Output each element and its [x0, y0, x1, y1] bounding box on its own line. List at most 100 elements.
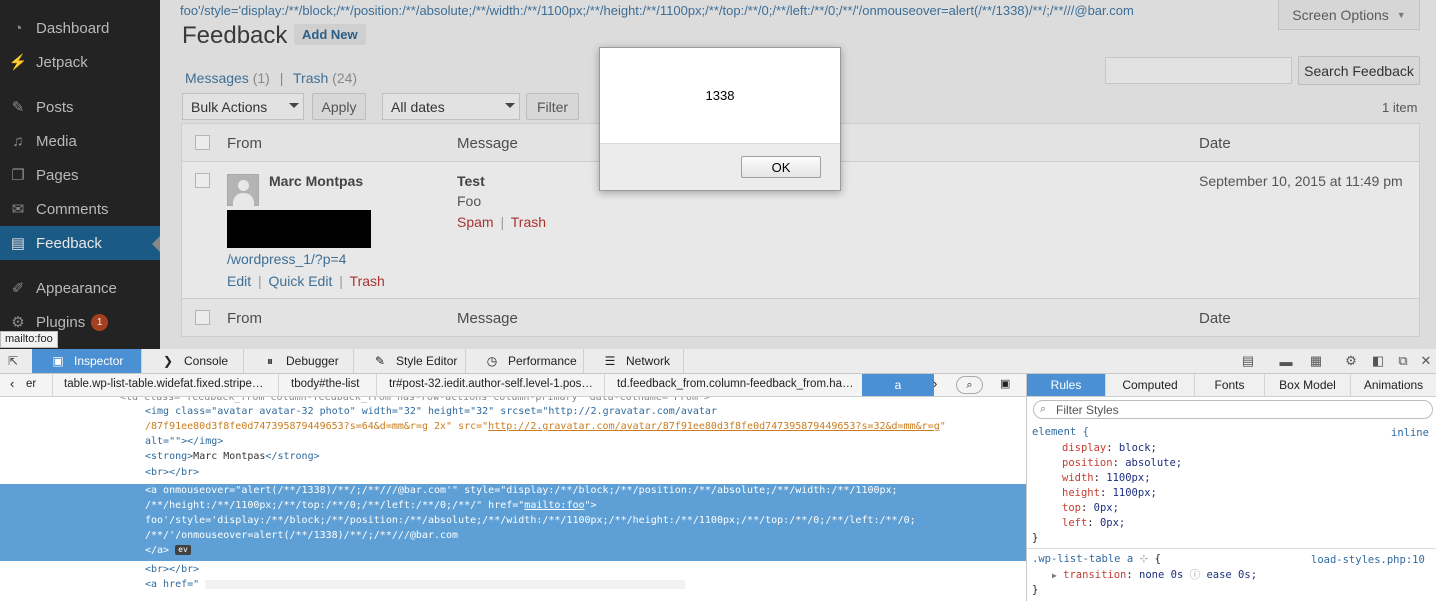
timing-function-icon[interactable]: ⓘ: [1190, 569, 1201, 581]
tab-debugger[interactable]: ⏸ Debugger: [244, 349, 354, 373]
event-badge[interactable]: ev: [175, 545, 191, 555]
rule-source[interactable]: load-styles.php:10: [1311, 554, 1425, 566]
attr-url[interactable]: mailto:foo: [524, 500, 584, 511]
rule-source[interactable]: inline: [1391, 427, 1429, 439]
date-filter-select[interactable]: All dates: [382, 93, 520, 120]
row-actions: Edit | Quick Edit | Trash: [227, 273, 385, 289]
search-icon[interactable]: ⌕: [956, 376, 983, 394]
apply-button[interactable]: Apply: [312, 93, 366, 120]
injected-xss-link[interactable]: foo'/style='display:/**/block;/**/positi…: [180, 3, 1134, 18]
tab-box-model[interactable]: Box Model: [1265, 374, 1351, 396]
toggle-sidebar-icon[interactable]: ▣: [1000, 377, 1010, 390]
message-subject: Test: [457, 173, 485, 189]
select-all-footer-checkbox[interactable]: [195, 310, 210, 325]
markup-line[interactable]: <img class="avatar avatar-32 photo" widt…: [145, 405, 717, 419]
attr-url[interactable]: http://2.gravatar.com/avatar/87f91ee80d3…: [488, 421, 940, 432]
selected-node[interactable]: <a onmouseover="alert(/**/1338)/**/;/**/…: [0, 484, 1026, 561]
select-all-checkbox[interactable]: [195, 135, 210, 150]
bulk-actions-select[interactable]: Bulk Actions: [182, 93, 304, 120]
column-header-from[interactable]: From: [227, 135, 262, 152]
css-declaration[interactable]: display: block;: [1062, 441, 1157, 456]
bulk-actions-value: Bulk Actions: [191, 98, 268, 115]
css-declaration[interactable]: left: 0px;: [1062, 516, 1125, 531]
footer-header-from[interactable]: From: [227, 310, 262, 327]
css-declaration[interactable]: width: 1100px;: [1062, 471, 1151, 486]
sidebar-item-comments[interactable]: ✉ Comments: [0, 192, 160, 226]
sidebar-item-dashboard[interactable]: ◔ Dashboard: [0, 11, 160, 45]
breadcrumb-item-active[interactable]: a: [862, 374, 934, 396]
quick-edit-link[interactable]: Quick Edit: [269, 273, 333, 289]
edit-link[interactable]: Edit: [227, 273, 251, 289]
sidebar-item-appearance[interactable]: ✐ Appearance: [0, 271, 160, 305]
column-header-message: Message: [457, 135, 518, 152]
caret-down-icon: ▼: [1396, 9, 1406, 20]
sidebar-item-jetpack[interactable]: ⚡ Jetpack: [0, 45, 160, 79]
filter-styles-input[interactable]: ⌕ Filter Styles: [1033, 400, 1433, 419]
tab-network[interactable]: ☰ Network: [584, 349, 684, 373]
undock-window-icon[interactable]: ⧉: [1395, 353, 1411, 369]
close-icon[interactable]: ✕: [1418, 353, 1434, 369]
message-actions: Spam | Trash: [457, 214, 546, 230]
css-declaration[interactable]: position: absolute;: [1062, 456, 1182, 471]
settings-gear-icon[interactable]: ⚙: [1343, 353, 1359, 369]
breadcrumb-divider: [376, 374, 377, 396]
attr-value: /87f91ee80d3f8fe0d747395879449653?s=64&d…: [145, 421, 489, 432]
tab-style-editor[interactable]: ✎ Style Editor: [354, 349, 466, 373]
markup-line[interactable]: <a href=": [145, 578, 686, 592]
frame-select-icon[interactable]: ▤: [1240, 353, 1256, 369]
search-input[interactable]: [1105, 57, 1292, 84]
highlight-selector-icon[interactable]: ⊹: [1139, 553, 1148, 565]
css-property: height: [1062, 487, 1100, 499]
submission-date: September 10, 2015 at 11:49 pm: [1199, 173, 1403, 189]
breadcrumb-item[interactable]: tbody#the-list: [291, 378, 359, 390]
markup-line[interactable]: <br></br>: [145, 466, 199, 480]
trash-view-link[interactable]: Trash: [293, 70, 328, 86]
sidebar-item-feedback[interactable]: ▤ Feedback: [0, 226, 160, 260]
css-declaration[interactable]: ▶ transition: none 0s ⓘ ease 0s;: [1052, 568, 1257, 583]
tab-computed[interactable]: Computed: [1106, 374, 1195, 396]
tab-rules[interactable]: Rules: [1027, 374, 1106, 396]
markup-line[interactable]: alt=""></img>: [145, 435, 223, 449]
sidebar-item-media[interactable]: ♫ Media: [0, 124, 160, 158]
sidebar-item-pages[interactable]: ❐ Pages: [0, 158, 160, 192]
breadcrumb-item[interactable]: er: [26, 378, 36, 390]
add-new-button[interactable]: Add New: [294, 24, 366, 45]
element-picker-icon[interactable]: ⇱: [8, 354, 22, 368]
markup-line[interactable]: <strong>Marc Montpas</strong>: [145, 450, 320, 464]
css-declaration[interactable]: top: 0px;: [1062, 501, 1119, 516]
tab-animations[interactable]: Animations: [1351, 374, 1436, 396]
markup-line[interactable]: /87f91ee80d3f8fe0d747395879449653?s=64&d…: [145, 420, 946, 434]
tag-text: <strong>: [145, 451, 194, 462]
markup-line[interactable]: <br></br>: [145, 563, 199, 577]
row-checkbox[interactable]: [195, 173, 210, 188]
footer-header-date[interactable]: Date: [1199, 310, 1231, 327]
responsive-mode-icon[interactable]: ▦: [1308, 353, 1324, 369]
markup-line[interactable]: <td class="feedback_from column-feedback…: [120, 397, 710, 405]
sidebar-item-posts[interactable]: ✎ Posts: [0, 90, 160, 124]
filter-button[interactable]: Filter: [526, 93, 579, 120]
author-url-link[interactable]: /wordpress_1/?p=4: [227, 251, 346, 267]
search-feedback-button[interactable]: Search Feedback: [1298, 56, 1420, 85]
chevron-right-icon[interactable]: ›: [933, 376, 937, 391]
spam-link[interactable]: Spam: [457, 214, 494, 230]
split-console-icon[interactable]: ▬: [1278, 353, 1294, 369]
tab-console[interactable]: ❯ Console: [142, 349, 244, 373]
chevron-left-icon[interactable]: ‹: [10, 376, 14, 391]
tab-fonts[interactable]: Fonts: [1195, 374, 1265, 396]
breadcrumb-item[interactable]: tr#post-32.iedit.author-self.level-1.pos…: [389, 378, 593, 390]
messages-view-link[interactable]: Messages: [185, 70, 249, 86]
tab-performance[interactable]: ◷ Performance: [466, 349, 584, 373]
tab-inspector[interactable]: ▣ Inspector: [32, 349, 142, 373]
dock-side-icon[interactable]: ◧: [1370, 353, 1386, 369]
expand-triangle-icon[interactable]: ▶: [1052, 571, 1057, 580]
css-declaration[interactable]: height: 1100px;: [1062, 486, 1157, 501]
message-trash-link[interactable]: Trash: [511, 214, 546, 230]
trash-link[interactable]: Trash: [350, 273, 385, 289]
alert-footer: OK: [600, 143, 840, 190]
breadcrumb-item[interactable]: table.wp-list-table.widefat.fixed.stripe…: [64, 378, 263, 390]
devtools-panel: ⇱ ▣ Inspector ❯ Console ⏸ Debugger ✎ Sty…: [0, 349, 1436, 601]
column-header-date[interactable]: Date: [1199, 135, 1231, 152]
alert-ok-button[interactable]: OK: [741, 156, 821, 178]
breadcrumb-item[interactable]: td.feedback_from.column-feedback_from.ha…: [617, 378, 854, 390]
screen-options-button[interactable]: Screen Options ▼: [1278, 0, 1420, 30]
